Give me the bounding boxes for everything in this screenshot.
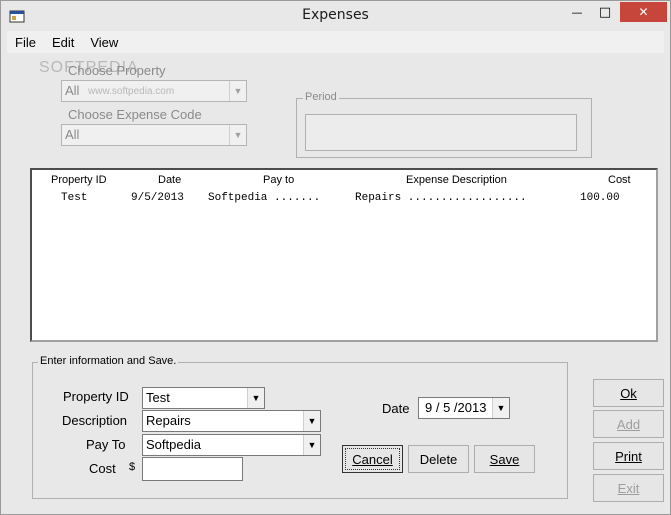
- menu-edit[interactable]: Edit: [44, 35, 82, 50]
- cancel-button[interactable]: Cancel: [342, 445, 403, 473]
- menu-view[interactable]: View: [82, 35, 126, 50]
- print-button[interactable]: Print: [593, 442, 664, 470]
- cell-pay-to: Softpedia .......: [208, 192, 321, 204]
- period-label: Period: [303, 91, 339, 103]
- col-header-expense-description: Expense Description: [406, 174, 507, 186]
- currency-symbol: $: [129, 461, 136, 473]
- property-id-select[interactable]: Test ▼: [142, 387, 265, 409]
- exit-button[interactable]: Exit: [593, 474, 664, 502]
- date-value: 9 / 5 /2013: [425, 400, 487, 415]
- cost-input[interactable]: [142, 457, 243, 481]
- add-button[interactable]: Add: [593, 410, 664, 438]
- chevron-down-icon[interactable]: ▼: [303, 411, 320, 431]
- chevron-down-icon[interactable]: ▼: [247, 388, 264, 408]
- date-label: Date: [382, 401, 410, 416]
- period-group: Period: [296, 91, 592, 158]
- maximize-icon: □: [598, 4, 612, 20]
- title-bar[interactable]: Expenses — □ ✕: [1, 1, 670, 31]
- menu-bar: File Edit View: [7, 31, 664, 53]
- choose-property-label: Choose Property: [68, 63, 166, 78]
- menu-file[interactable]: File: [7, 35, 44, 50]
- description-value: Repairs: [146, 413, 191, 428]
- choose-property-select[interactable]: All www.softpedia.com ▼: [61, 80, 247, 102]
- choose-expense-code-label: Choose Expense Code: [68, 107, 202, 122]
- pay-to-value: Softpedia: [146, 437, 201, 452]
- save-button[interactable]: Save: [474, 445, 535, 473]
- chevron-down-icon[interactable]: ▼: [229, 81, 246, 101]
- date-picker[interactable]: 9 / 5 /2013 ▼: [418, 397, 510, 419]
- maximize-button[interactable]: □: [591, 2, 619, 22]
- pay-to-select[interactable]: Softpedia ▼: [142, 434, 321, 456]
- property-id-label: Property ID: [63, 389, 129, 404]
- choose-property-value: All: [65, 83, 80, 98]
- col-header-property-id: Property ID: [51, 174, 107, 186]
- expenses-list[interactable]: Property ID Date Pay to Expense Descript…: [30, 168, 658, 342]
- cell-property-id: Test: [61, 192, 88, 204]
- chevron-down-icon[interactable]: ▼: [303, 435, 320, 455]
- pay-to-label: Pay To: [86, 437, 126, 452]
- minimize-icon: —: [571, 5, 583, 19]
- cell-expense-description: Repairs ..................: [355, 192, 527, 204]
- ok-button[interactable]: Ok: [593, 379, 664, 407]
- choose-expense-code-select[interactable]: All ▼: [61, 124, 247, 146]
- close-button[interactable]: ✕: [620, 2, 667, 22]
- period-field: [305, 114, 577, 151]
- property-id-value: Test: [146, 390, 170, 405]
- col-header-date: Date: [158, 174, 182, 186]
- softpedia-url-watermark: www.softpedia.com: [88, 86, 175, 97]
- col-header-cost: Cost: [608, 174, 631, 186]
- delete-button[interactable]: Delete: [408, 445, 469, 473]
- cost-label: Cost: [89, 461, 116, 476]
- expenses-window: Expenses — □ ✕ File Edit View SOFTPEDIA …: [0, 0, 671, 515]
- entry-form-group: Enter information and Save. Property ID …: [32, 355, 568, 499]
- description-select[interactable]: Repairs ▼: [142, 410, 321, 432]
- col-header-pay-to: Pay to: [263, 174, 295, 186]
- cell-date: 9/5/2013: [131, 192, 184, 204]
- chevron-down-icon[interactable]: ▼: [229, 125, 246, 145]
- chevron-down-icon[interactable]: ▼: [492, 398, 509, 418]
- description-label: Description: [62, 413, 128, 428]
- close-icon: ✕: [638, 5, 649, 19]
- client-area: SOFTPEDIA Choose Property All www.softpe…: [7, 53, 664, 508]
- choose-expense-code-value: All: [65, 127, 80, 142]
- cell-cost: 100.00: [580, 192, 620, 204]
- entry-form-label: Enter information and Save.: [38, 355, 179, 367]
- minimize-button[interactable]: —: [563, 2, 591, 22]
